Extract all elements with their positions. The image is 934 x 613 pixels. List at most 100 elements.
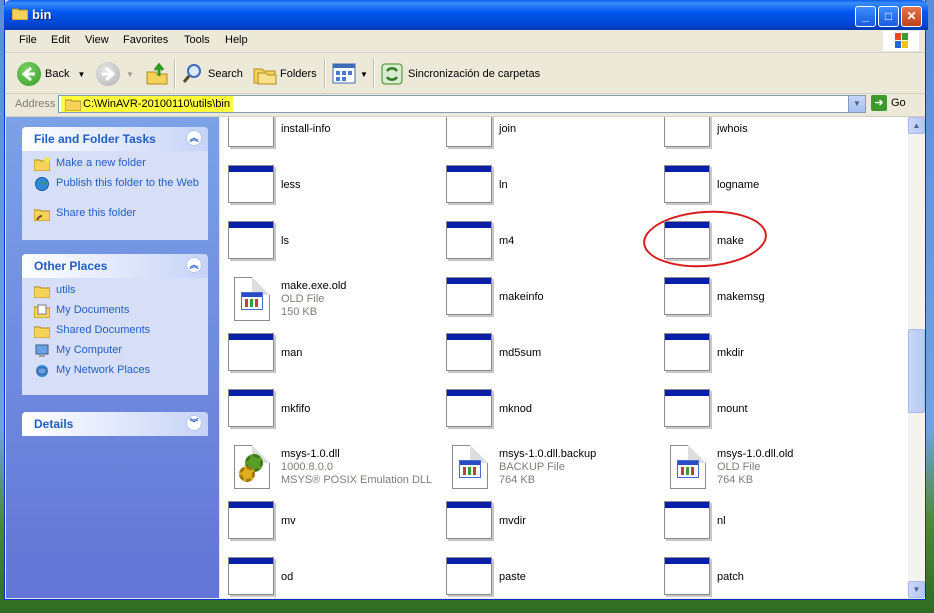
maximize-button[interactable]: □: [878, 6, 899, 27]
utils-link[interactable]: utils: [22, 284, 208, 304]
task-pane: File and Folder Tasks ︽ Make a new folde…: [6, 117, 219, 598]
forward-button[interactable]: ▼: [96, 61, 134, 87]
folders-button[interactable]: Folders: [253, 61, 317, 87]
address-label: Address: [15, 98, 56, 110]
file-type: 1000.8.0.0: [281, 461, 333, 473]
close-button[interactable]: ✕: [901, 6, 922, 27]
file-document-icon: [452, 445, 488, 489]
file-item[interactable]: msys-1.0.dll.old OLD File 764 KB: [656, 443, 866, 491]
other-places-header[interactable]: Other Places ︽: [22, 254, 208, 278]
scroll-up-icon[interactable]: ▲: [908, 117, 925, 134]
executable-icon: [446, 557, 492, 595]
file-item[interactable]: ln: [438, 163, 648, 211]
file-name: mv: [281, 515, 296, 527]
file-folder-tasks-header[interactable]: File and Folder Tasks ︽: [22, 127, 208, 151]
file-item[interactable]: man: [220, 331, 430, 379]
views-button[interactable]: ▼: [332, 61, 368, 87]
scroll-thumb[interactable]: [908, 329, 925, 413]
file-name: msys-1.0.dll: [281, 448, 340, 460]
sync-folders-button[interactable]: Sincronización de carpetas: [380, 61, 540, 87]
menu-file[interactable]: File: [19, 34, 37, 46]
file-name: m4: [499, 235, 515, 247]
my-network-places-link[interactable]: My Network Places: [22, 364, 208, 384]
address-dropdown-icon[interactable]: ▼: [848, 96, 865, 112]
my-computer-link[interactable]: My Computer: [22, 344, 208, 364]
share-folder-link[interactable]: Share this folder: [22, 207, 208, 227]
file-item[interactable]: patch: [656, 555, 866, 598]
file-item[interactable]: mknod: [438, 387, 648, 435]
file-item[interactable]: mount: [656, 387, 866, 435]
executable-icon: [664, 117, 710, 147]
make-new-folder-link[interactable]: Make a new folder: [22, 157, 208, 177]
search-button[interactable]: Search: [181, 61, 243, 87]
publish-web-link[interactable]: Publish this folder to the Web: [22, 177, 208, 207]
executable-icon: [228, 557, 274, 595]
up-folder-icon: [146, 62, 168, 85]
file-item[interactable]: mkfifo: [220, 387, 430, 435]
back-dropdown-icon[interactable]: ▼: [77, 70, 85, 79]
collapse-chevron-icon[interactable]: ︽: [186, 130, 202, 146]
file-name: mount: [717, 403, 748, 415]
file-item[interactable]: paste: [438, 555, 648, 598]
window-title: bin: [32, 7, 52, 22]
my-documents-link[interactable]: My Documents: [22, 304, 208, 324]
file-item[interactable]: make: [656, 219, 866, 267]
address-input[interactable]: C:\WinAVR-20100110\utils\bin ▼: [58, 95, 866, 113]
forward-dropdown-icon[interactable]: ▼: [126, 70, 134, 79]
file-item[interactable]: mkdir: [656, 331, 866, 379]
folders-icon: [253, 68, 277, 85]
shared-documents-link[interactable]: Shared Documents: [22, 324, 208, 344]
search-label: Search: [208, 68, 243, 80]
file-item[interactable]: msys-1.0.dll.backup BACKUP File 764 KB: [438, 443, 648, 491]
menu-bar: File Edit View Favorites Tools Help: [5, 30, 925, 53]
file-item[interactable]: make.exe.old OLD File 150 KB: [220, 275, 430, 323]
menu-favorites[interactable]: Favorites: [123, 34, 168, 46]
file-item[interactable]: msys-1.0.dll 1000.8.0.0 MSYS® POSIX Emulat…: [220, 443, 432, 491]
up-folder-button[interactable]: [145, 61, 169, 87]
executable-icon: [446, 333, 492, 371]
file-name: mkdir: [717, 347, 744, 359]
file-item[interactable]: less: [220, 163, 430, 211]
collapse-chevron-icon[interactable]: ︽: [186, 257, 202, 273]
executable-icon: [664, 501, 710, 539]
scroll-down-icon[interactable]: ▼: [908, 581, 925, 598]
file-item[interactable]: mv: [220, 499, 430, 547]
file-item[interactable]: od: [220, 555, 430, 598]
sync-icon: [381, 63, 403, 85]
go-button[interactable]: ➜ Go: [871, 95, 906, 111]
details-header[interactable]: Details ︾: [22, 412, 208, 436]
link-label: My Documents: [56, 304, 130, 316]
menu-tools[interactable]: Tools: [184, 34, 210, 46]
file-name: patch: [717, 571, 744, 583]
window-glyph-icon: [459, 460, 481, 478]
file-item[interactable]: md5sum: [438, 331, 648, 379]
title-bar[interactable]: bin _ □ ✕: [4, 0, 928, 30]
file-item[interactable]: logname: [656, 163, 866, 211]
views-dropdown-icon[interactable]: ▼: [360, 70, 368, 79]
file-item[interactable]: jwhois: [656, 117, 866, 155]
forward-arrow-icon: [96, 62, 120, 86]
link-label: Shared Documents: [56, 324, 151, 336]
file-item[interactable]: ls: [220, 219, 430, 267]
minimize-button[interactable]: _: [855, 6, 876, 27]
file-type: OLD File: [717, 461, 761, 473]
file-item[interactable]: m4: [438, 219, 648, 267]
executable-icon: [446, 501, 492, 539]
file-item[interactable]: nl: [656, 499, 866, 547]
search-icon: [182, 64, 201, 83]
link-label: utils: [56, 284, 76, 296]
vertical-scrollbar[interactable]: ▲ ▼: [908, 117, 925, 598]
explorer-window: bin _ □ ✕ File Edit View Favorites Tools…: [4, 0, 928, 600]
menu-view[interactable]: View: [85, 34, 109, 46]
file-item[interactable]: join: [438, 117, 648, 155]
file-item[interactable]: makeinfo: [438, 275, 648, 323]
file-item[interactable]: mvdir: [438, 499, 648, 547]
executable-icon: [446, 117, 492, 147]
menu-help[interactable]: Help: [225, 34, 248, 46]
expand-chevron-icon[interactable]: ︾: [186, 415, 202, 431]
link-label: My Network Places: [56, 364, 151, 376]
menu-edit[interactable]: Edit: [51, 34, 70, 46]
file-item[interactable]: install-info: [220, 117, 430, 155]
file-item[interactable]: makemsg: [656, 275, 866, 323]
back-button[interactable]: Back ▼: [17, 61, 85, 87]
